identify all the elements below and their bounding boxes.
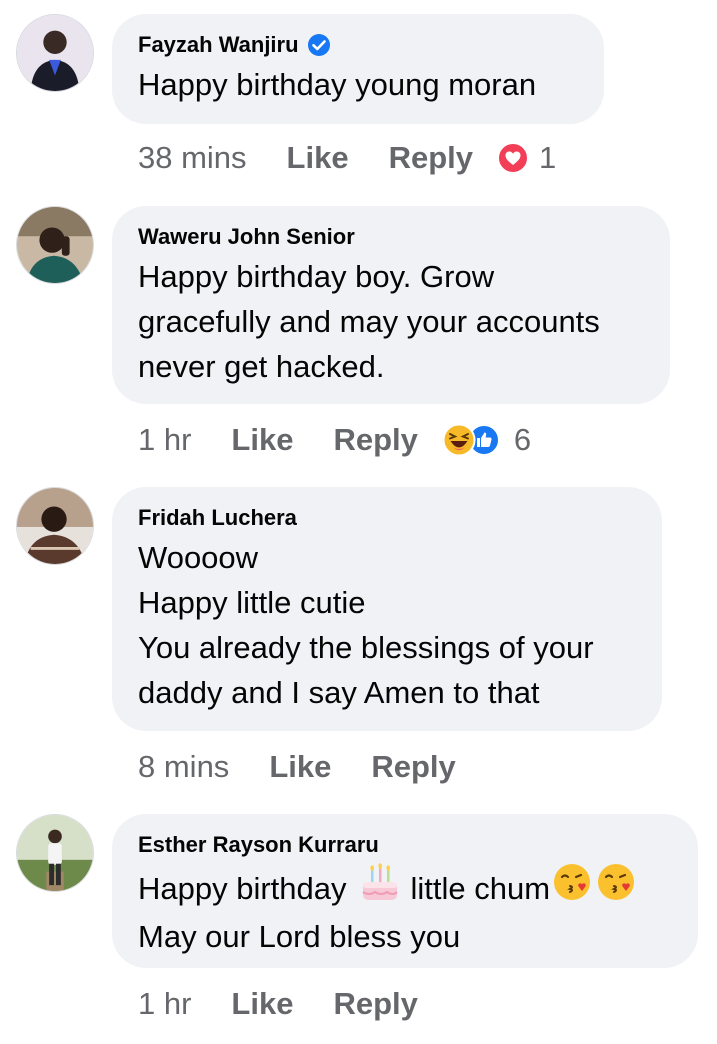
love-reaction-icon (497, 142, 529, 174)
comment-author[interactable]: Fayzah Wanjiru (138, 32, 578, 58)
comment-text: Happy birthday young moran (138, 62, 578, 107)
comment-text: Happy birthday boy. Grow gracefully and … (138, 254, 644, 389)
comment-line-text: little chum (410, 870, 551, 906)
kiss-face-emoji (596, 862, 636, 914)
comment-bubble: Fridah Luchera Woooow Happy little cutie… (112, 487, 662, 731)
comment-line: gracefully and may your accounts (138, 304, 600, 339)
comment-bubble: Esther Rayson Kurraru Happy birthday lit… (112, 814, 698, 968)
comment-actions: 1 hr Like Reply (138, 984, 458, 1024)
comment-line: You already the blessings of your (138, 630, 594, 665)
author-name[interactable]: Esther Rayson Kurraru (138, 832, 379, 858)
comment-time[interactable]: 38 mins (138, 140, 247, 176)
reply-button[interactable]: Reply (371, 749, 455, 785)
comment-author[interactable]: Fridah Luchera (138, 505, 636, 531)
comment-author[interactable]: Waweru John Senior (138, 224, 644, 250)
comment-line: never get hacked. (138, 349, 385, 384)
like-button[interactable]: Like (231, 422, 293, 458)
avatar[interactable] (16, 487, 94, 565)
birthday-cake-emoji (359, 862, 401, 914)
comment-line: daddy and I say Amen to that (138, 675, 540, 710)
comment-line: May our Lord bless you (138, 919, 461, 954)
avatar[interactable] (16, 206, 94, 284)
comment-line: Happy birthday young moran (138, 67, 537, 102)
reply-button[interactable]: Reply (389, 140, 473, 176)
reactions-summary[interactable]: 1 (497, 140, 556, 176)
comment-line-text: Happy birthday (138, 870, 347, 906)
comment-actions: 38 mins Like Reply 1 (138, 138, 556, 178)
comment-time[interactable]: 8 mins (138, 749, 229, 785)
kiss-face-emoji (552, 862, 592, 914)
comment-text: Woooow Happy little cutie You already th… (138, 535, 636, 715)
reactions-summary[interactable]: 6 (442, 422, 531, 458)
like-button[interactable]: Like (231, 986, 293, 1022)
author-name[interactable]: Fridah Luchera (138, 505, 297, 531)
like-button[interactable]: Like (287, 140, 349, 176)
comment-line: Happy little cutie (138, 585, 366, 620)
comment-bubble: Waweru John Senior Happy birthday boy. G… (112, 206, 670, 404)
comment-actions: 8 mins Like Reply (138, 747, 496, 787)
reply-button[interactable]: Reply (333, 422, 417, 458)
reaction-count: 1 (539, 140, 557, 175)
author-name[interactable]: Fayzah Wanjiru (138, 32, 299, 58)
avatar[interactable] (16, 14, 94, 92)
verified-badge-icon (307, 33, 331, 57)
comment-text: Happy birthday little chum May our Lord … (138, 862, 672, 959)
comment-line: Woooow (138, 540, 259, 575)
avatar[interactable] (16, 814, 94, 892)
comment-time[interactable]: 1 hr (138, 422, 191, 458)
comment-line: Happy birthday boy. Grow (138, 259, 495, 294)
comment-bubble: Fayzah Wanjiru Happy birthday young mora… (112, 14, 604, 124)
haha-reaction-icon (442, 423, 476, 457)
reply-button[interactable]: Reply (333, 986, 417, 1022)
comment-time[interactable]: 1 hr (138, 986, 191, 1022)
comment-line: Happy birthday little chum (138, 862, 672, 914)
like-button[interactable]: Like (269, 749, 331, 785)
comment-author[interactable]: Esther Rayson Kurraru (138, 832, 672, 858)
reaction-count: 6 (513, 422, 532, 457)
author-name[interactable]: Waweru John Senior (138, 224, 355, 250)
comment-actions: 1 hr Like Reply 6 (138, 420, 531, 460)
